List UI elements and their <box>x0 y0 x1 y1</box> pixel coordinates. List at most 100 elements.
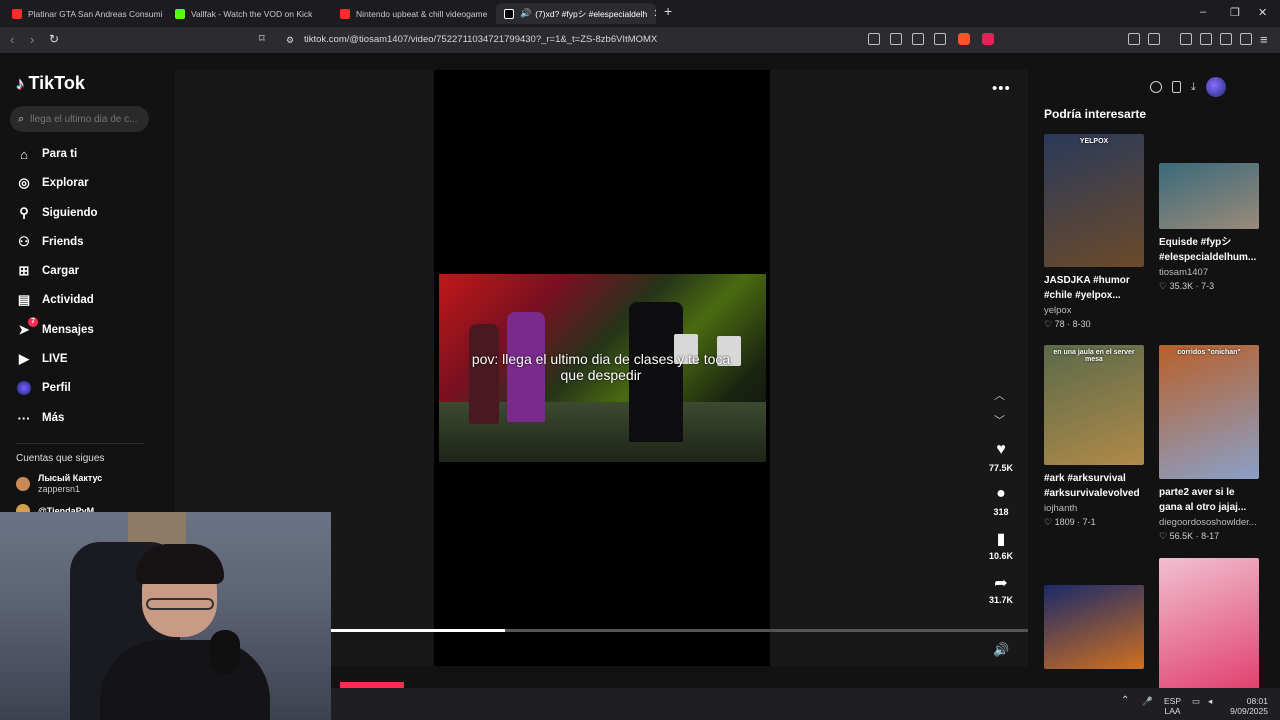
leo-ai-icon[interactable] <box>1240 33 1252 45</box>
menu-icon[interactable]: ≡ <box>1260 32 1268 47</box>
comment-button[interactable]: ● 318 <box>985 485 1017 517</box>
save-button[interactable]: ▮ 10.6K <box>985 529 1017 561</box>
tab-2[interactable]: Vallfak - Watch the VOD on Kick <box>167 3 329 24</box>
streamer-hair <box>136 544 224 584</box>
maximize-icon[interactable]: ❐ <box>1230 6 1240 19</box>
video-thumbnail[interactable] <box>1159 558 1259 690</box>
brave-rewards-icon[interactable] <box>982 33 994 45</box>
tab-label: Platinar GTA San Andreas Consumie <box>28 8 162 19</box>
back-icon[interactable]: ‹ <box>10 32 14 47</box>
card-title[interactable]: Equisde #fypシ #elespecialdelhum... <box>1159 235 1259 265</box>
like-button[interactable]: ♥ 77.5K <box>985 441 1017 473</box>
tab-1[interactable]: Platinar GTA San Andreas Consumie <box>4 3 162 24</box>
tab-label: Vallfak - Watch the VOD on Kick <box>191 8 313 19</box>
url-field[interactable]: tiktok.com/@tiosam1407/video/75227110347… <box>304 34 657 45</box>
coin-icon[interactable] <box>1150 81 1162 93</box>
reader-icon[interactable] <box>868 33 880 45</box>
new-tab-button[interactable]: + <box>664 3 672 19</box>
reload-icon[interactable]: ↻ <box>49 32 59 46</box>
screen-icon[interactable] <box>890 33 902 45</box>
avatar <box>16 477 30 491</box>
sidebar-item-para-ti[interactable]: ⌂ Para ti <box>16 144 77 164</box>
video-thumbnail[interactable]: corridos "onichan" <box>1159 345 1259 479</box>
sidebar-item-friends[interactable]: ⚇ Friends <box>16 232 83 252</box>
chevron-up-icon[interactable]: ︿ <box>994 387 1005 403</box>
search-input[interactable] <box>30 113 141 125</box>
card-title[interactable]: parte2 aver si le gana al otro jajaj... <box>1159 485 1259 515</box>
browser-tab-bar: Platinar GTA San Andreas Consumie Vallfa… <box>0 0 1280 27</box>
tray-chevron-icon[interactable]: ⌃ <box>1121 696 1129 706</box>
speaker-icon: 🔊 <box>520 8 532 18</box>
divider <box>16 443 144 444</box>
card-title[interactable]: JASDJKA #humor #chile #yelpox... <box>1044 273 1144 303</box>
tiktok-logo[interactable]: ♪ TikTok <box>16 73 85 94</box>
extensions-icon[interactable] <box>1128 33 1140 45</box>
heart-outline-icon: ♡ <box>1044 517 1055 527</box>
chevron-down-icon[interactable]: ﹀ <box>994 412 1005 428</box>
tiktok-tab-icon <box>504 8 514 19</box>
heart-outline-icon: ♡ <box>1159 531 1170 541</box>
card-author[interactable]: yelpox <box>1044 305 1144 316</box>
microphone <box>210 630 240 674</box>
more-options-icon[interactable]: ••• <box>992 80 1011 97</box>
card-likes: 1809 <box>1054 517 1075 527</box>
sidebar-item-siguiendo[interactable]: ⚲ Siguiendo <box>16 203 97 223</box>
volume-icon[interactable]: 🔊 <box>993 642 1009 658</box>
forward-icon[interactable]: › <box>30 32 34 47</box>
tabs-icon[interactable] <box>1220 33 1232 45</box>
close-window-icon[interactable]: ✕ <box>1258 6 1267 19</box>
tab-label: (7)xd? #fypシ #elespecialdelh <box>535 8 648 19</box>
language-indicator[interactable]: ESP LAA <box>1164 696 1181 716</box>
brave-shield-icon[interactable] <box>958 33 970 45</box>
card-title[interactable]: #ark #arksurvival #arksurvivalevolved <box>1044 471 1144 501</box>
bookmark-icon[interactable]: ⌑ <box>259 32 265 45</box>
share-arrow-icon: ➦ <box>994 575 1008 592</box>
close-tab-icon[interactable]: ✕ <box>647 7 656 20</box>
following-account[interactable]: Лысый Кактус zappersn1 <box>16 473 102 495</box>
card-author[interactable]: diegoordososhowlder... <box>1159 517 1259 528</box>
sidebar-item-mensajes[interactable]: ➤ 7 Mensajes <box>16 317 94 340</box>
recommended-card[interactable] <box>1044 585 1144 669</box>
top-right-toolbar: ⤓ <box>1150 77 1226 97</box>
video-thumbnail[interactable]: en una jaula en el server mesa <box>1044 345 1144 465</box>
recommended-title: Podría interesarte <box>1044 107 1147 121</box>
clock[interactable]: 08:01 9/09/2025 <box>1226 696 1268 716</box>
device-icon[interactable] <box>1172 81 1181 93</box>
wallet-icon[interactable] <box>1148 33 1160 45</box>
minimize-icon[interactable]: – <box>1200 6 1206 18</box>
speaker-tray-icon[interactable]: ◂ <box>1208 696 1212 706</box>
recommended-card[interactable]: corridos "onichan" parte2 aver si le gana… <box>1159 345 1259 542</box>
video-progress-bar[interactable] <box>331 629 1028 632</box>
share-icon[interactable] <box>934 33 946 45</box>
activity-icon: ▤ <box>17 292 31 307</box>
video-thumbnail[interactable] <box>1159 163 1259 229</box>
sidebar-toggle-icon[interactable] <box>1200 33 1212 45</box>
recommended-card[interactable] <box>1159 558 1259 690</box>
sidebar-item-perfil[interactable]: Perfil <box>16 378 71 398</box>
live-icon: ▶ <box>19 351 29 366</box>
network-icon[interactable]: ▭ <box>1192 696 1200 706</box>
video-thumbnail[interactable]: YELPOX <box>1044 134 1144 267</box>
sidebar-item-explorar[interactable]: ◎ Explorar <box>16 173 88 193</box>
tab-active[interactable]: 🔊 (7)xd? #fypシ #elespecialdelh ✕ <box>496 3 656 24</box>
card-author[interactable]: iojhanth <box>1044 503 1144 514</box>
tab-3[interactable]: Nintendo upbeat & chill videogame <box>332 3 492 24</box>
kick-icon <box>175 8 185 19</box>
recommended-card[interactable]: YELPOX JASDJKA #humor #chile #yelpox... ye… <box>1044 134 1144 330</box>
sidebar-item-actividad[interactable]: ▤ Actividad <box>16 290 94 310</box>
search-box[interactable]: ⌕ <box>10 106 149 132</box>
sidebar-item-live[interactable]: ▶ LIVE <box>16 349 68 369</box>
recommended-card[interactable]: Equisde #fypシ #elespecialdelhum... tiosam… <box>1159 163 1259 292</box>
download-icon[interactable]: ⤓ <box>1191 81 1196 94</box>
site-info-icon[interactable]: ⚙ <box>286 35 294 46</box>
music-icon[interactable] <box>1180 33 1192 45</box>
user-avatar[interactable] <box>1205 77 1226 97</box>
recommended-card[interactable]: en una jaula en el server mesa #ark #arks… <box>1044 345 1144 528</box>
sidebar-item-cargar[interactable]: ⊞ Cargar <box>16 261 80 281</box>
translate-icon[interactable] <box>912 33 924 45</box>
share-button[interactable]: ➦ 31.7K <box>985 573 1017 605</box>
card-author[interactable]: tiosam1407 <box>1159 267 1259 278</box>
mic-icon[interactable]: 🎤 <box>1142 696 1153 706</box>
sidebar-item-mas[interactable]: ··· Más <box>16 408 65 428</box>
video-thumbnail[interactable] <box>1044 585 1144 669</box>
